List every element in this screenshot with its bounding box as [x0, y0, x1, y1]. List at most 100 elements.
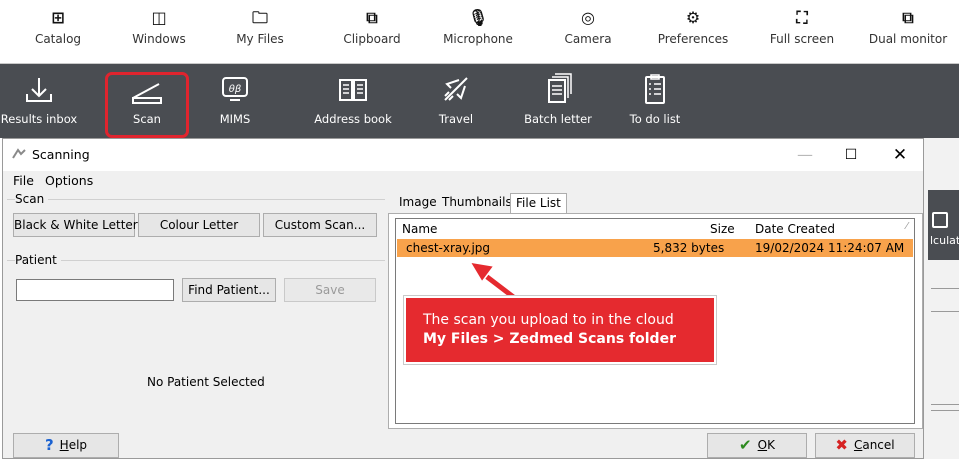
background-app-edge: lculato: [923, 138, 959, 459]
patient-search-input[interactable]: [16, 279, 174, 301]
airplane-icon: [428, 72, 484, 108]
column-name-header[interactable]: Name: [402, 222, 437, 236]
dialog-titlebar: Scanning — ☐ ✕: [3, 139, 923, 171]
scan-highlight-box: [105, 72, 189, 138]
window-icon: ◫: [151, 8, 167, 27]
clipboard-label: Clipboard: [343, 32, 401, 46]
results-inbox-button[interactable]: Results inbox: [0, 72, 78, 126]
patient-group-border: [7, 260, 385, 261]
divider: [931, 288, 959, 289]
batch-letter-button[interactable]: Batch letter: [520, 72, 596, 126]
file-size: 5,832 bytes: [653, 241, 725, 255]
colour-letter-button[interactable]: Colour Letter: [138, 213, 260, 237]
to-do-list-label: To do list: [629, 112, 681, 126]
file-list-header: Name Size Date Created ⁄: [396, 219, 914, 237]
folder-icon: 🗀: [251, 8, 268, 27]
patient-status: No Patient Selected: [147, 375, 265, 389]
checkmark-icon: ✔: [739, 436, 752, 454]
custom-scan-button[interactable]: Custom Scan...: [263, 213, 377, 237]
patient-group-label: Patient: [15, 253, 61, 267]
documents-stack-icon: [520, 72, 596, 108]
my-files-label: My Files: [236, 32, 284, 46]
address-book-label: Address book: [314, 112, 392, 126]
divider: [931, 404, 959, 405]
cancel-label: ancel: [862, 438, 895, 452]
svg-text:θβ: θβ: [229, 84, 242, 95]
callout-line-1: The scan you upload to in the cloud: [423, 312, 674, 328]
close-button[interactable]: ✕: [880, 143, 920, 167]
address-book-button[interactable]: Address book: [308, 72, 398, 126]
callout-line-2: My Files > Zedmed Scans folder: [423, 331, 676, 347]
fullscreen-icon: ⛶: [796, 8, 808, 27]
dual-monitor-label: Dual monitor: [868, 32, 948, 46]
column-date-header[interactable]: Date Created: [755, 222, 835, 236]
mims-icon: θβ: [205, 72, 265, 108]
dual-monitor-icon: ⧉: [902, 8, 914, 27]
ok-button[interactable]: ✔ OK: [707, 433, 807, 458]
menu-options[interactable]: Options: [45, 173, 93, 188]
divider: [931, 311, 959, 312]
minimize-button[interactable]: —: [785, 143, 825, 167]
my-files-button[interactable]: 🗀 My Files: [210, 6, 310, 46]
calculator-label: lculato: [930, 234, 959, 247]
windows-button[interactable]: ◫ Windows: [109, 6, 209, 46]
help-mnemonic: H: [59, 438, 69, 452]
book-icon: [308, 72, 398, 108]
scanner-app-icon: [12, 148, 26, 159]
save-button[interactable]: Save: [284, 278, 376, 302]
column-size-header[interactable]: Size: [710, 222, 735, 236]
scan-group-border: [7, 199, 385, 200]
full-screen-button[interactable]: ⛶ Full screen: [752, 6, 852, 46]
clipboard-copy-icon: ⧉: [366, 8, 378, 27]
calculator-button[interactable]: lculato: [928, 190, 959, 260]
windows-label: Windows: [132, 32, 186, 46]
microphone-off-icon: 🎙: [467, 8, 489, 27]
tab-thumbnails[interactable]: Thumbnails: [437, 193, 517, 213]
find-patient-button[interactable]: Find Patient...: [182, 278, 276, 302]
catalog-button[interactable]: ⊞ Catalog: [8, 6, 108, 46]
calculator-icon: [932, 212, 948, 228]
batch-letter-label: Batch letter: [524, 112, 592, 126]
tab-image[interactable]: Image: [394, 193, 442, 213]
to-do-list-button[interactable]: To do list: [625, 72, 685, 126]
travel-button[interactable]: Travel: [428, 72, 484, 126]
help-icon: ?: [44, 436, 54, 454]
gear-icon: ⚙: [685, 8, 701, 27]
x-icon: ✖: [835, 436, 848, 454]
tab-file-list[interactable]: File List: [510, 193, 567, 214]
column-resize-handle[interactable]: ⁄: [906, 221, 908, 232]
divider: [931, 410, 959, 411]
preferences-label: Preferences: [657, 32, 729, 46]
file-date: 19/02/2024 11:24:07 AM: [755, 241, 905, 255]
microphone-button[interactable]: 🎙 Microphone: [428, 6, 528, 46]
microphone-label: Microphone: [443, 32, 513, 46]
cancel-button[interactable]: ✖ Cancel: [815, 433, 915, 458]
mims-label: MIMS: [219, 112, 251, 126]
file-row-selected[interactable]: chest-xray.jpg 5,832 bytes 19/02/2024 11…: [397, 239, 913, 257]
travel-label: Travel: [438, 112, 474, 126]
results-inbox-label: Results inbox: [0, 112, 78, 126]
dual-monitor-button[interactable]: ⧉ Dual monitor: [858, 6, 958, 46]
webcam-icon: ◎: [581, 8, 595, 27]
annotation-callout: The scan you upload to in the cloud My F…: [404, 296, 716, 364]
clipboard-button[interactable]: ⧉ Clipboard: [322, 6, 422, 46]
checklist-icon: [625, 72, 685, 108]
full-screen-label: Full screen: [769, 32, 835, 46]
ok-mnemonic: O: [757, 438, 768, 452]
menu-file[interactable]: File: [13, 173, 34, 188]
scan-group-label: Scan: [15, 192, 49, 206]
download-tray-icon: [0, 72, 78, 108]
ok-label: K: [767, 438, 775, 452]
dialog-title: Scanning: [32, 147, 90, 162]
help-button[interactable]: ? Help: [13, 433, 119, 458]
black-white-letter-button[interactable]: Black & White Letter: [13, 213, 138, 237]
preferences-button[interactable]: ⚙ Preferences: [643, 6, 743, 46]
mims-button[interactable]: θβ MIMS: [205, 72, 265, 126]
top-menu-bar: ⊞ Catalog ◫ Windows 🗀 My Files ⧉ Clipboa…: [0, 0, 959, 64]
maximize-button[interactable]: ☐: [831, 143, 871, 167]
file-name: chest-xray.jpg: [406, 241, 491, 255]
camera-label: Camera: [564, 32, 612, 46]
plus-box-icon: ⊞: [51, 8, 65, 27]
help-label: elp: [68, 438, 88, 452]
camera-button[interactable]: ◎ Camera: [538, 6, 638, 46]
